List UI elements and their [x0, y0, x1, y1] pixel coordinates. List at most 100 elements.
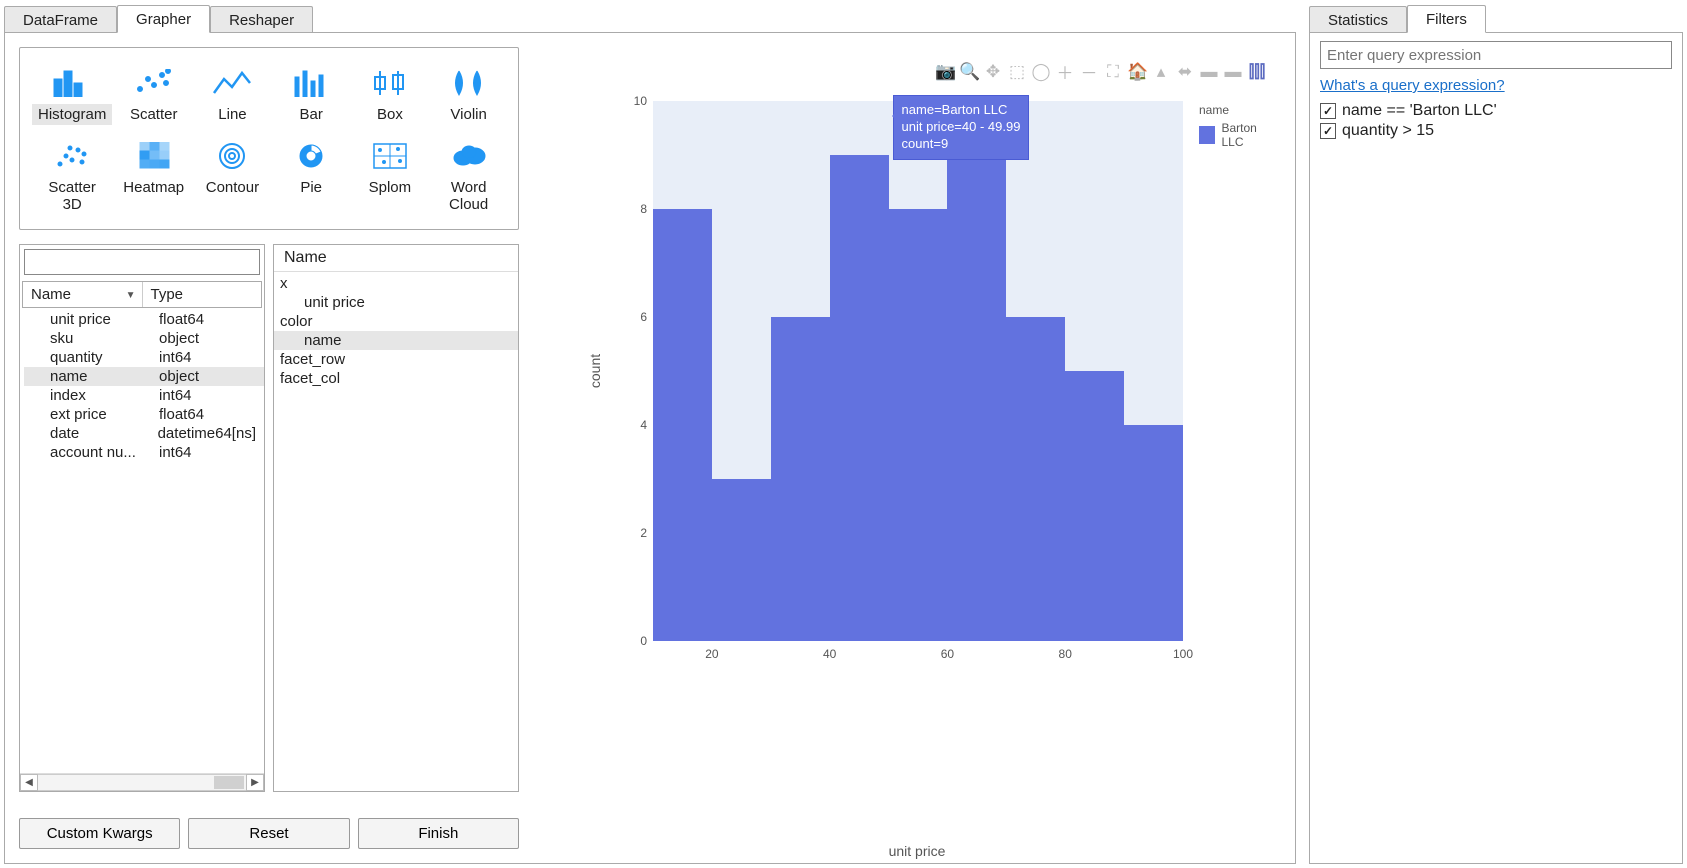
- column-type: int64: [155, 348, 264, 367]
- chart-type-contour[interactable]: Contour: [193, 135, 272, 221]
- tab-statistics[interactable]: Statistics: [1309, 6, 1407, 33]
- chart-type-splom[interactable]: Splom: [351, 135, 430, 221]
- tab-filters[interactable]: Filters: [1407, 5, 1486, 33]
- plotly-logo-icon[interactable]: ⫿⫿⫿: [1247, 62, 1267, 82]
- spike-icon[interactable]: ▴: [1151, 62, 1171, 82]
- autoscale-icon[interactable]: ⛶: [1103, 62, 1123, 82]
- checkbox-icon[interactable]: ✓: [1320, 123, 1336, 139]
- dropzone-panel: Name xunit pricecolornamefacet_rowfacet_…: [273, 244, 519, 792]
- chart-type-label: Violin: [444, 104, 492, 125]
- x-tick: 80: [1059, 647, 1072, 661]
- dropzone-item[interactable]: name: [274, 331, 518, 350]
- chart-type-box[interactable]: Box: [351, 62, 430, 131]
- reset-button[interactable]: Reset: [188, 818, 349, 849]
- side-tabbar: Statistics Filters: [1305, 0, 1687, 32]
- column-type: object: [155, 329, 264, 348]
- chart-type-label: Pie: [294, 177, 328, 198]
- column-row[interactable]: unit pricefloat64: [24, 310, 264, 329]
- filter-item[interactable]: ✓quantity > 15: [1320, 122, 1672, 140]
- zoomout-icon[interactable]: －: [1079, 59, 1099, 84]
- box-icon: [353, 66, 428, 100]
- plot[interactable]: 20406080100 0246810 unit price count nam…: [587, 101, 1277, 809]
- filter-item[interactable]: ✓ name == 'Barton LLC': [1320, 102, 1672, 120]
- chart-type-label: Box: [371, 104, 409, 125]
- histogram-bar[interactable]: [889, 209, 948, 641]
- dropzone-group-x[interactable]: x: [274, 274, 518, 293]
- chart-type-scatter3d[interactable]: Scatter 3D: [30, 135, 114, 221]
- filter-expression: name == 'Barton LLC': [1342, 102, 1497, 120]
- wordcloud-icon: [431, 139, 506, 173]
- zoom-icon[interactable]: 🔍: [959, 62, 979, 82]
- query-help-link[interactable]: What's a query expression?: [1320, 77, 1505, 94]
- tab-reshaper[interactable]: Reshaper: [210, 6, 313, 33]
- x-tick: 60: [941, 647, 954, 661]
- column-type: int64: [155, 386, 264, 405]
- column-row[interactable]: quantityint64: [24, 348, 264, 367]
- y-tick: 6: [617, 310, 647, 324]
- histogram-bar[interactable]: [1124, 425, 1183, 641]
- dropzone-group-color[interactable]: color: [274, 312, 518, 331]
- x-axis-label: unit price: [889, 843, 946, 859]
- filter-expression-input[interactable]: [1320, 41, 1672, 69]
- tab-grapher[interactable]: Grapher: [117, 5, 210, 33]
- histogram-bar[interactable]: [1006, 317, 1065, 641]
- chart-type-label: Histogram: [32, 104, 112, 125]
- tab-dataframe[interactable]: DataFrame: [4, 6, 117, 33]
- dropzone-title: Name: [274, 245, 518, 272]
- chart-legend[interactable]: name Barton LLC: [1199, 103, 1277, 149]
- histogram-bar[interactable]: [1065, 371, 1124, 641]
- dropzone-group-facet_col[interactable]: facet_col: [274, 369, 518, 388]
- custom-kwargs-button[interactable]: Custom Kwargs: [19, 818, 180, 849]
- camera-icon[interactable]: 📷: [935, 62, 955, 82]
- dropzone-item[interactable]: unit price: [274, 293, 518, 312]
- select-icon[interactable]: ⬚: [1007, 62, 1027, 82]
- chart-type-heatmap[interactable]: Heatmap: [114, 135, 193, 221]
- column-type: datetime64[ns]: [154, 424, 264, 443]
- column-row[interactable]: datedatetime64[ns]: [24, 424, 264, 443]
- legend-item[interactable]: Barton LLC: [1199, 121, 1277, 149]
- heatmap-icon: [116, 139, 191, 173]
- columns-hscroll[interactable]: ◀▶: [20, 773, 264, 791]
- column-name: index: [24, 386, 155, 405]
- columns-filter-input[interactable]: [24, 249, 260, 275]
- y-tick: 2: [617, 526, 647, 540]
- histogram-bar[interactable]: [771, 317, 830, 641]
- chart-type-label: Heatmap: [117, 177, 190, 198]
- column-row[interactable]: account nu...int64: [24, 443, 264, 462]
- column-type: float64: [155, 310, 264, 329]
- histogram-bar[interactable]: [653, 209, 712, 641]
- histogram-bar[interactable]: [830, 155, 889, 641]
- chart-type-bar[interactable]: Bar: [272, 62, 351, 131]
- column-row[interactable]: indexint64: [24, 386, 264, 405]
- box-icon[interactable]: ▬: [1199, 62, 1219, 82]
- chart-type-label: Scatter 3D: [32, 177, 112, 215]
- histogram-bar[interactable]: [947, 101, 1006, 641]
- chart-type-scatter[interactable]: Scatter: [114, 62, 193, 131]
- column-row[interactable]: skuobject: [24, 329, 264, 348]
- chart-type-pie[interactable]: Pie: [272, 135, 351, 221]
- filters-panel: What's a query expression? ✓ name == 'Bar…: [1309, 32, 1683, 864]
- chart-type-histogram[interactable]: Histogram: [30, 62, 114, 131]
- pan-icon[interactable]: ✥: [983, 62, 1003, 82]
- column-row[interactable]: ext pricefloat64: [24, 405, 264, 424]
- columns-header-type[interactable]: Type: [143, 282, 262, 307]
- home-icon[interactable]: 🏠: [1127, 62, 1147, 82]
- checkbox-icon[interactable]: ✓: [1320, 103, 1336, 119]
- chart-type-line[interactable]: Line: [193, 62, 272, 131]
- lasso-icon[interactable]: ◯: [1031, 62, 1051, 82]
- chart-type-label: Bar: [294, 104, 329, 125]
- chart-type-wordcloud[interactable]: Word Cloud: [429, 135, 508, 221]
- chart-type-label: Word Cloud: [431, 177, 506, 215]
- column-name: ext price: [24, 405, 155, 424]
- zoomin-icon[interactable]: ＋: [1055, 59, 1075, 84]
- columns-header-name[interactable]: Name▼: [23, 282, 143, 307]
- column-row[interactable]: nameobject: [24, 367, 264, 386]
- double-icon[interactable]: ▬: [1223, 62, 1243, 82]
- chart-area[interactable]: 📷 🔍 ✥ ⬚ ◯ ＋ － ⛶ 🏠 ▴ ⬌ ▬ ▬ ⫿⫿⫿: [537, 47, 1281, 849]
- finish-button[interactable]: Finish: [358, 818, 519, 849]
- compare-icon[interactable]: ⬌: [1175, 62, 1195, 82]
- dropzone-group-facet_row[interactable]: facet_row: [274, 350, 518, 369]
- histogram-bar[interactable]: [712, 479, 771, 641]
- pie-icon: [274, 139, 349, 173]
- chart-type-violin[interactable]: Violin: [429, 62, 508, 131]
